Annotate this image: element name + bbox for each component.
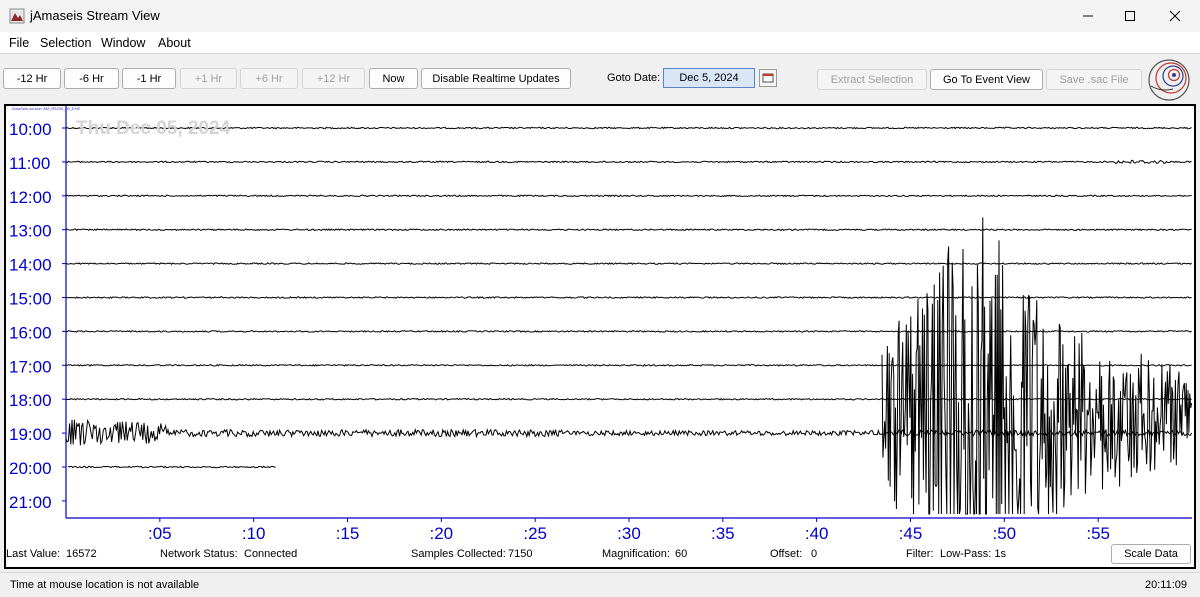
toolbar: -12 Hr -6 Hr -1 Hr +1 Hr +6 Hr +12 Hr No… [0, 56, 1200, 102]
seismic-trace [65, 126, 1192, 130]
seismic-trace [65, 159, 1192, 164]
maximize-button[interactable] [1107, 0, 1153, 32]
minimize-button[interactable] [1065, 0, 1111, 32]
minute-label: :35 [711, 524, 735, 543]
bottom-status-bar: Time at mouse location is not available … [0, 572, 1200, 597]
hour-label: 10:00 [9, 120, 52, 139]
minute-label: :05 [148, 524, 172, 543]
minute-label: :15 [336, 524, 360, 543]
close-button[interactable] [1152, 0, 1198, 32]
seismic-trace [65, 418, 1193, 446]
hour-label: 20:00 [9, 459, 52, 478]
offset-label: Offset: [770, 548, 803, 560]
helicorder-svg[interactable]: 10:00 11:00 12:00 13:00 14:00 15:00 16:00 17:00… [6, 106, 1194, 567]
hour-label: 17:00 [9, 357, 52, 376]
minute-label: :10 [242, 524, 266, 543]
plus-6hr-button[interactable]: +6 Hr [240, 68, 298, 89]
maximize-icon [1125, 11, 1135, 21]
last-value-label: Last Value: [6, 548, 61, 560]
magnification-value: 60 [675, 548, 688, 560]
close-icon [1169, 10, 1181, 22]
calendar-icon [762, 73, 774, 83]
goto-date-label: Goto Date: [607, 72, 661, 84]
amaseis-logo-icon [1148, 59, 1190, 101]
seismic-trace [65, 194, 1192, 198]
goto-date-field[interactable]: Dec 5, 2024 [663, 68, 755, 88]
app-icon [9, 8, 25, 24]
hour-label: 21:00 [9, 493, 52, 512]
menu-about[interactable]: About [158, 36, 191, 50]
menu-selection[interactable]: Selection [40, 36, 91, 50]
hour-label: 13:00 [9, 222, 52, 241]
seismic-trace [65, 397, 1192, 401]
disable-realtime-button[interactable]: Disable Realtime Updates [421, 68, 571, 89]
filter-label: Filter: [906, 548, 934, 560]
now-button[interactable]: Now [369, 68, 418, 89]
minute-label: :30 [617, 524, 641, 543]
hour-label: 18:00 [9, 391, 52, 410]
minute-label: :55 [1086, 524, 1110, 543]
samples-collected-value: 7150 [508, 548, 533, 560]
minus-12hr-button[interactable]: -12 Hr [3, 68, 61, 89]
samples-collected-label: Samples Collected: [411, 548, 506, 560]
hour-label: 11:00 [9, 154, 50, 173]
seismic-trace [65, 228, 1192, 232]
plus-1hr-button[interactable]: +1 Hr [180, 68, 237, 89]
minute-label: :40 [805, 524, 829, 543]
go-to-event-view-button[interactable]: Go To Event View [930, 69, 1043, 90]
window-title: jAmaseis Stream View [30, 8, 160, 23]
last-value: 16572 [66, 548, 97, 560]
network-status-label: Network Status: [160, 548, 238, 560]
seismogram-plot[interactable]: 10:00 11:00 12:00 13:00 14:00 15:00 16:00 17:00… [4, 104, 1196, 569]
extract-selection-button[interactable]: Extract Selection [817, 69, 927, 90]
minute-label: :50 [993, 524, 1017, 543]
seismic-trace [65, 296, 1192, 299]
menu-file[interactable]: File [9, 36, 29, 50]
scale-data-button[interactable]: Scale Data [1111, 544, 1191, 564]
minimize-icon [1083, 15, 1093, 17]
hour-label: 14:00 [9, 256, 52, 275]
minus-1hr-button[interactable]: -1 Hr [122, 68, 176, 89]
hour-label: 16:00 [9, 323, 52, 342]
menu-window[interactable]: Window [101, 36, 145, 50]
menu-bar: File Selection Window About [0, 32, 1200, 54]
magnification-label: Magnification: [602, 548, 670, 560]
minute-label: :25 [523, 524, 547, 543]
seismic-trace [65, 262, 1192, 266]
plus-12hr-button[interactable]: +12 Hr [302, 68, 365, 89]
hour-label: 19:00 [9, 425, 52, 444]
clock-text: 20:11:09 [1145, 579, 1188, 591]
minute-label: :20 [430, 524, 454, 543]
mouse-time-text: Time at mouse location is not available [10, 579, 200, 591]
hour-label: 15:00 [9, 290, 52, 309]
station-tag: AmaSeis source: AM_R5200_00_EHZ [12, 106, 81, 111]
hour-label: 12:00 [9, 188, 52, 207]
minute-label: :45 [899, 524, 923, 543]
save-sac-button[interactable]: Save .sac File [1046, 69, 1142, 90]
offset-value: 0 [811, 548, 818, 560]
network-status-value: Connected [244, 548, 298, 560]
status-row: Last Value: 16572 Network Status: Connec… [0, 544, 1200, 564]
minus-6hr-button[interactable]: -6 Hr [64, 68, 119, 89]
calendar-button[interactable] [759, 69, 777, 87]
filter-value: Low-Pass: 1s [940, 548, 1007, 560]
date-watermark: Thu Dec 05, 2024 [76, 118, 231, 139]
title-bar: jAmaseis Stream View [0, 0, 1200, 32]
seismic-trace [67, 465, 276, 469]
